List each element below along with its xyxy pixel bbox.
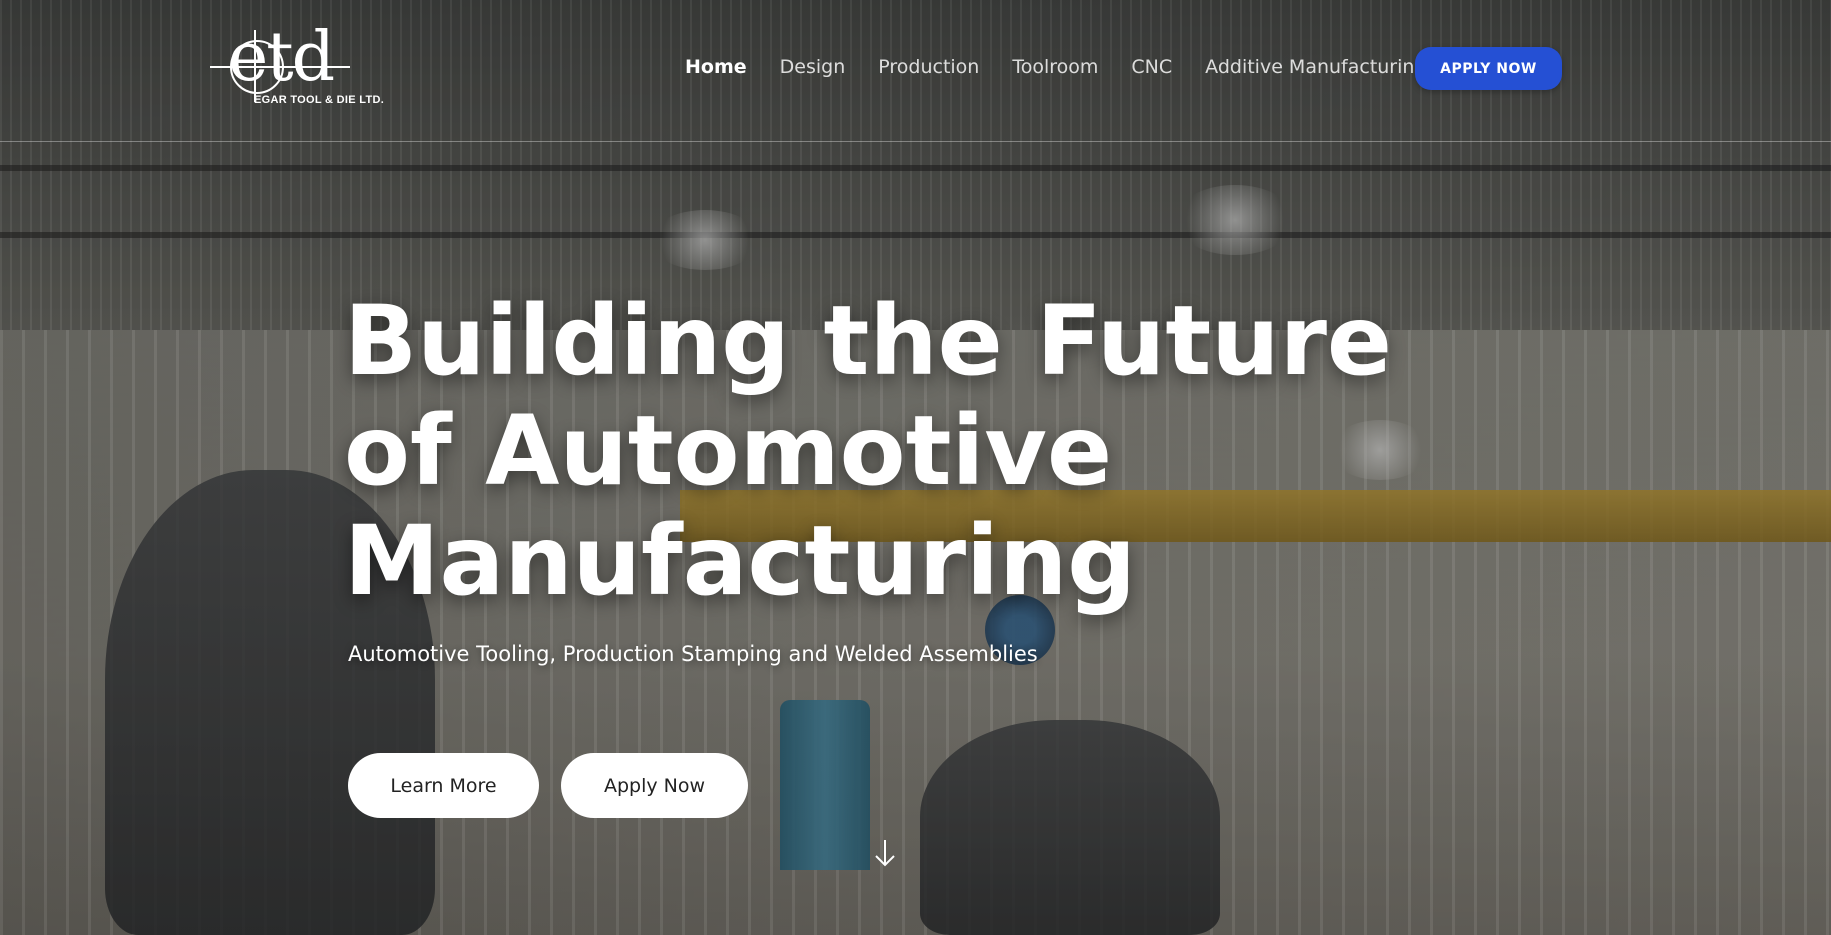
hero-section: etd EGAR TOOL & DIE LTD. Home Design Pro… — [0, 0, 1831, 935]
learn-more-button[interactable]: Learn More — [348, 753, 539, 818]
worker-figure — [920, 720, 1220, 935]
apply-now-button[interactable]: Apply Now — [561, 753, 748, 818]
arrow-down-icon[interactable] — [872, 838, 898, 868]
logo-subtitle: EGAR TOOL & DIE LTD. — [254, 94, 385, 106]
logo-mark: etd — [228, 18, 335, 97]
headline-line-1: Building the Future — [344, 285, 1393, 397]
nav-item-cnc[interactable]: CNC — [1131, 56, 1172, 78]
ceiling-light — [650, 210, 760, 270]
site-header: etd EGAR TOOL & DIE LTD. Home Design Pro… — [0, 0, 1831, 142]
nav-item-toolroom[interactable]: Toolroom — [1012, 56, 1098, 78]
hero-subheadline: Automotive Tooling, Production Stamping … — [348, 642, 1038, 666]
blue-tank-graphic — [780, 700, 870, 870]
truss-beam — [0, 232, 1831, 238]
headline-line-2: of Automotive — [344, 395, 1113, 507]
arrow-down-icon-svg — [875, 840, 895, 867]
hero-headline: Building the Future of Automotive Manufa… — [344, 286, 1444, 616]
apply-now-header-button[interactable]: APPLY NOW — [1415, 47, 1562, 90]
headline-line-3: Manufacturing — [344, 505, 1136, 617]
nav-item-home[interactable]: Home — [685, 56, 747, 78]
nav-item-design[interactable]: Design — [780, 56, 846, 78]
nav-item-additive-manufacturing[interactable]: Additive Manufacturing — [1205, 56, 1426, 78]
nav-item-production[interactable]: Production — [878, 56, 979, 78]
truss-beam — [0, 165, 1831, 171]
site-logo[interactable]: etd EGAR TOOL & DIE LTD. — [210, 20, 385, 108]
main-navigation: Home Design Production Toolroom CNC Addi… — [685, 52, 1427, 82]
ceiling-light — [1175, 185, 1295, 255]
